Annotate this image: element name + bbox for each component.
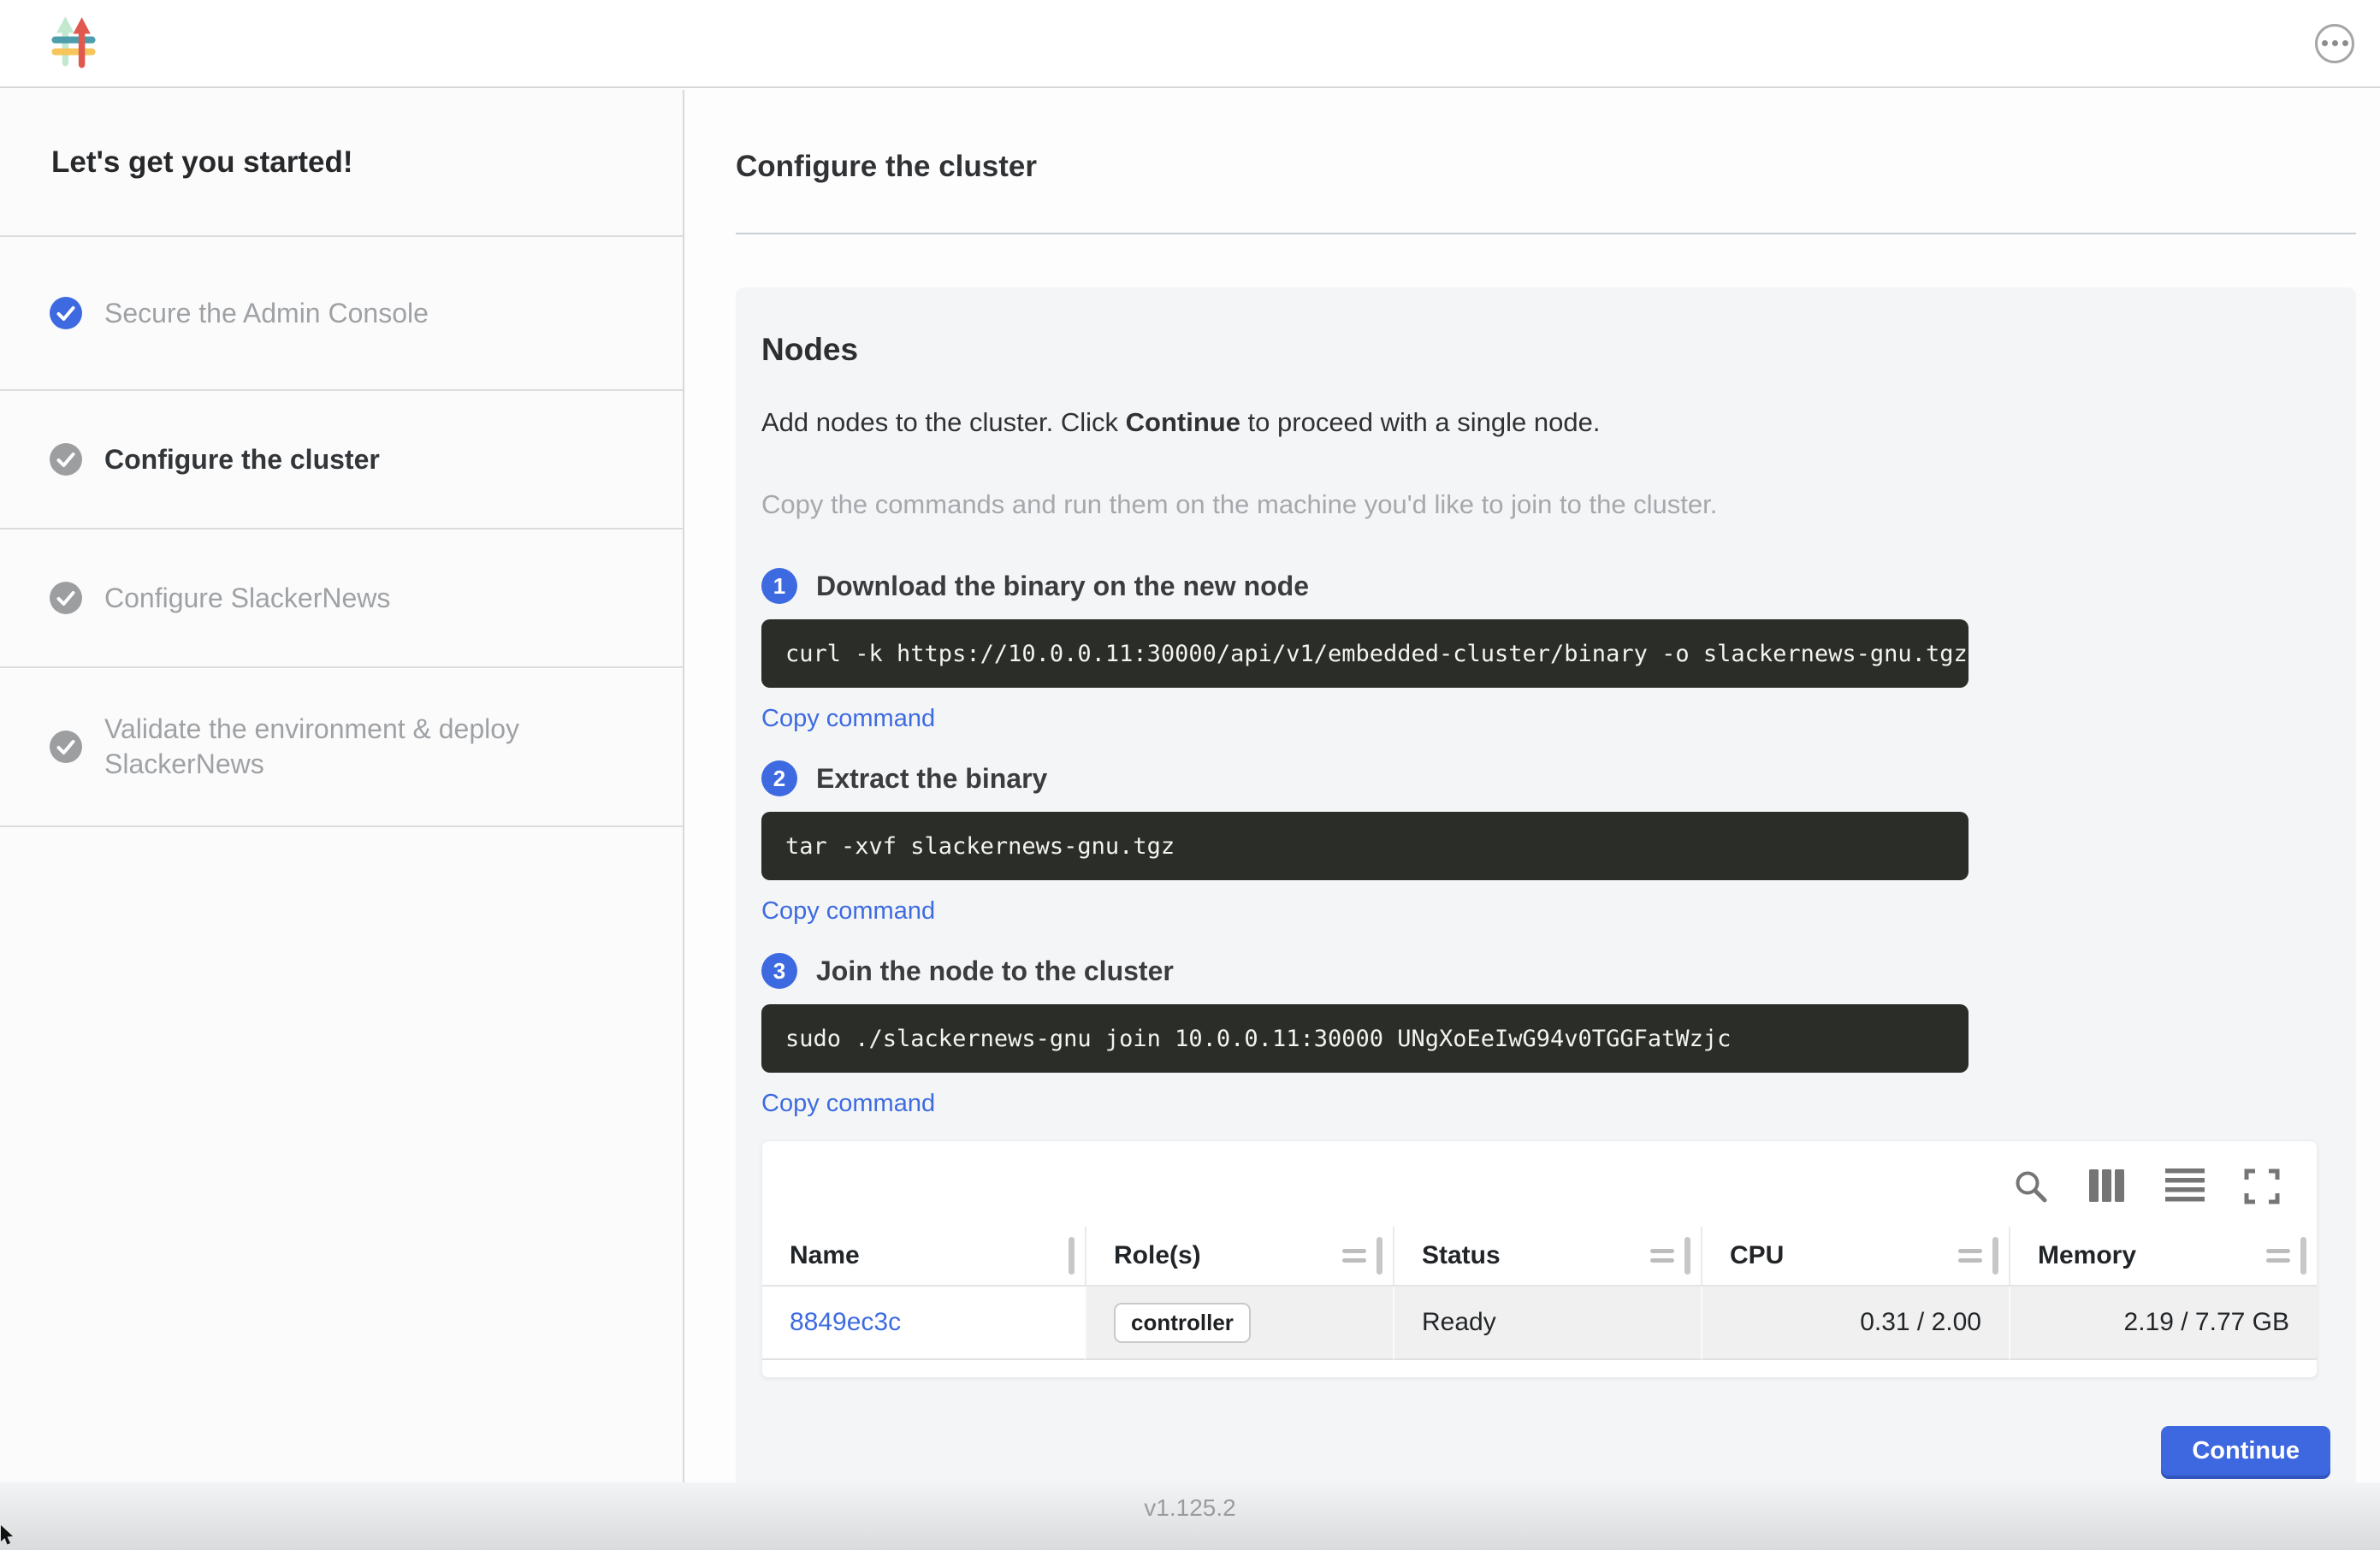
ellipsis-dot: [2342, 40, 2348, 46]
command-text: tar -xvf slackernews-gnu.tgz: [785, 833, 1175, 860]
cell-node-name: 8849ec3c: [762, 1287, 1085, 1360]
step-1-header: 1 Download the binary on the new node: [761, 568, 2330, 604]
overflow-menu-button[interactable]: [2315, 24, 2354, 63]
command-box-download: curl -k https://10.0.0.11:30000/api/v1/e…: [761, 619, 1969, 688]
page-title: Configure the cluster: [736, 150, 2356, 184]
command-text: sudo ./slackernews-gnu join 10.0.0.11:30…: [785, 1026, 1731, 1052]
ellipsis-dot: [2332, 40, 2338, 46]
nodes-heading: Nodes: [761, 332, 2330, 368]
view-columns-icon[interactable]: [2087, 1168, 2127, 1205]
step-2-title: Extract the binary: [816, 763, 1047, 795]
column-header-roles[interactable]: Role(s): [1085, 1227, 1393, 1285]
card-actions: Continue: [761, 1426, 2330, 1476]
column-header-cpu[interactable]: CPU: [1701, 1227, 2009, 1285]
column-label: CPU: [1730, 1241, 1784, 1270]
column-resize-handle[interactable]: [1684, 1237, 1690, 1275]
slackernews-logo-icon: [50, 14, 98, 73]
table-row: 8849ec3c controller Ready 0.31 / 2.00 2.…: [762, 1287, 2317, 1360]
check-circle-icon: [50, 731, 82, 763]
copy-command-link-1[interactable]: Copy command: [761, 705, 935, 733]
setup-sidebar: Let's get you started! Secure the Admin …: [0, 90, 684, 1482]
column-label: Name: [790, 1241, 860, 1270]
column-label: Role(s): [1114, 1241, 1201, 1270]
copy-command-link-2[interactable]: Copy command: [761, 897, 935, 926]
fullscreen-icon[interactable]: [2243, 1168, 2281, 1205]
ellipsis-dot: [2322, 40, 2328, 46]
version-label: v1.125.2: [1144, 1494, 1235, 1522]
nodes-card: Nodes Add nodes to the cluster. Click Co…: [736, 287, 2356, 1482]
node-name-link[interactable]: 8849ec3c: [790, 1308, 901, 1337]
column-header-name[interactable]: Name: [762, 1227, 1085, 1285]
cell-node-cpu: 0.31 / 2.00: [1701, 1287, 2009, 1360]
column-header-memory[interactable]: Memory: [2009, 1227, 2317, 1285]
sidebar-item-secure-admin-console[interactable]: Secure the Admin Console: [0, 237, 683, 391]
sidebar-item-label: Secure the Admin Console: [104, 296, 429, 331]
column-resize-handle[interactable]: [1069, 1237, 1075, 1275]
nodes-table: Name Role(s) Status CPU: [761, 1140, 2318, 1378]
sidebar-item-validate-deploy[interactable]: Validate the environment & deploy Slacke…: [0, 668, 683, 827]
title-divider: [736, 233, 2356, 234]
check-circle-icon: [50, 582, 82, 614]
cell-node-memory: 2.19 / 7.77 GB: [2009, 1287, 2317, 1360]
density-icon[interactable]: [2164, 1167, 2205, 1206]
step-3-header: 3 Join the node to the cluster: [761, 953, 2330, 989]
step-3-title: Join the node to the cluster: [816, 955, 1174, 987]
app-footer: v1.125.2: [0, 1482, 2380, 1550]
column-resize-handle[interactable]: [1992, 1237, 1998, 1275]
continue-button[interactable]: Continue: [2161, 1426, 2330, 1476]
join-hint: Copy the commands and run them on the ma…: [761, 489, 2330, 520]
step-3-badge: 3: [761, 953, 797, 989]
drag-indicator-icon[interactable]: [2266, 1249, 2290, 1263]
role-chip: controller: [1114, 1303, 1251, 1343]
cell-node-status: Ready: [1393, 1287, 1701, 1360]
command-box-join: sudo ./slackernews-gnu join 10.0.0.11:30…: [761, 1004, 1969, 1073]
drag-indicator-icon[interactable]: [1650, 1249, 1674, 1263]
drag-indicator-icon[interactable]: [1958, 1249, 1982, 1263]
step-2-header: 2 Extract the binary: [761, 760, 2330, 796]
command-box-extract: tar -xvf slackernews-gnu.tgz: [761, 812, 1969, 880]
step-1-title: Download the binary on the new node: [816, 571, 1309, 602]
cell-node-roles: controller: [1085, 1287, 1393, 1360]
drag-indicator-icon[interactable]: [1342, 1249, 1366, 1263]
sidebar-title: Let's get you started!: [0, 90, 683, 237]
app-header: [0, 0, 2380, 88]
copy-command-link-3[interactable]: Copy command: [761, 1090, 935, 1118]
sidebar-item-configure-slackernews[interactable]: Configure SlackerNews: [0, 529, 683, 668]
main-content: Configure the cluster Nodes Add nodes to…: [686, 90, 2380, 1482]
column-resize-handle[interactable]: [1376, 1237, 1382, 1275]
column-header-status[interactable]: Status: [1393, 1227, 1701, 1285]
step-2-badge: 2: [761, 760, 797, 796]
table-toolbar: [762, 1141, 2317, 1227]
intro-text: to proceed with a single node.: [1240, 407, 1601, 437]
check-circle-icon: [50, 443, 82, 476]
nodes-intro: Add nodes to the cluster. Click Continue…: [761, 407, 2330, 438]
column-resize-handle[interactable]: [2300, 1237, 2306, 1275]
intro-bold: Continue: [1126, 407, 1240, 437]
column-label: Memory: [2038, 1241, 2136, 1270]
table-header-row: Name Role(s) Status CPU: [762, 1227, 2317, 1287]
step-1-badge: 1: [761, 568, 797, 604]
sidebar-item-label: Configure SlackerNews: [104, 581, 390, 616]
sidebar-item-configure-cluster[interactable]: Configure the cluster: [0, 391, 683, 529]
sidebar-item-label: Validate the environment & deploy Slacke…: [104, 712, 549, 782]
check-circle-icon: [50, 297, 82, 329]
mouse-cursor: [0, 1525, 17, 1550]
sidebar-item-label: Configure the cluster: [104, 442, 380, 477]
search-icon[interactable]: [2012, 1168, 2050, 1205]
intro-text: Add nodes to the cluster. Click: [761, 407, 1126, 437]
command-text: curl -k https://10.0.0.11:30000/api/v1/e…: [785, 641, 1968, 667]
column-label: Status: [1422, 1241, 1501, 1270]
